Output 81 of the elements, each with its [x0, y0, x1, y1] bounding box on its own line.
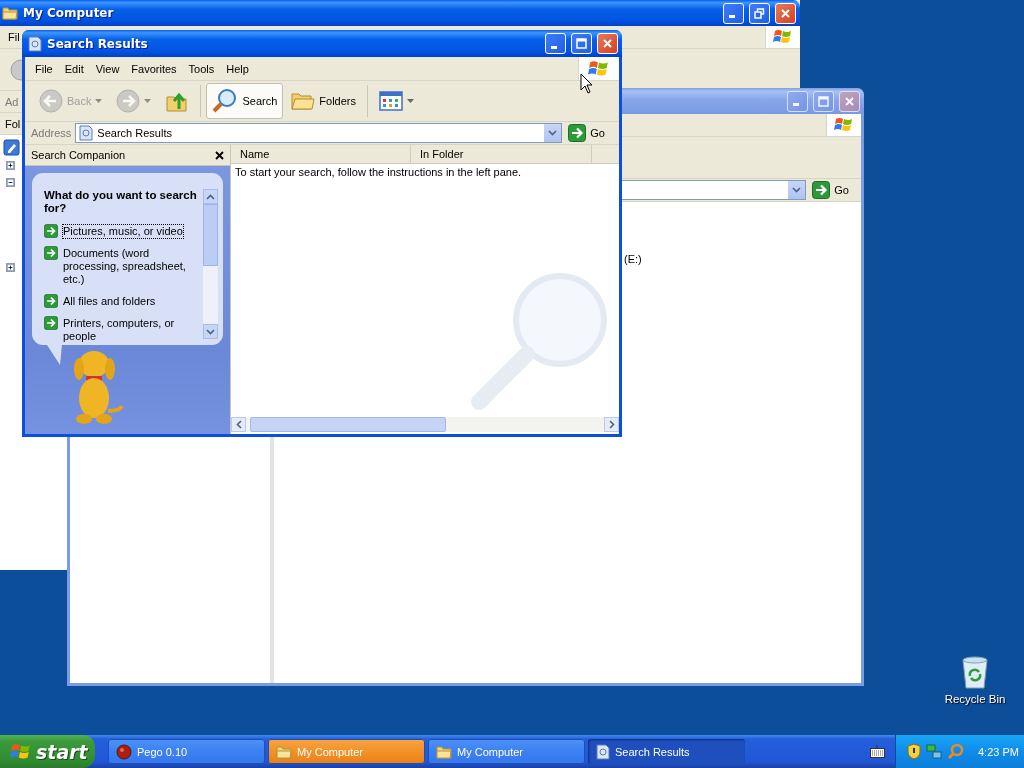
arrow-icon — [44, 316, 58, 330]
shield-icon[interactable] — [906, 743, 922, 760]
folders-button[interactable]: Folders — [285, 83, 362, 119]
arrow-icon — [44, 224, 58, 238]
empty-message: To start your search, follow the instructions in the left pane. — [235, 166, 522, 178]
question-heading: What do you want to search for? — [44, 189, 198, 215]
go-arrow-icon — [812, 181, 831, 199]
go-button[interactable]: Go — [810, 181, 859, 199]
menu-item[interactable]: Tools — [184, 62, 223, 75]
menu-item[interactable]: Fil — [8, 31, 20, 43]
address-field[interactable]: Search Results — [75, 123, 563, 143]
clock: 4:23 PM — [978, 745, 1019, 758]
close-icon — [780, 7, 791, 19]
folder-icon — [291, 91, 316, 111]
column-header[interactable]: In Folder — [411, 145, 592, 163]
taskbar-button[interactable]: Search Results — [588, 739, 745, 764]
scroll-down-icon — [206, 328, 215, 335]
horizontal-scrollbar[interactable] — [231, 417, 619, 432]
document-icon — [596, 743, 610, 760]
menu-item[interactable]: Edit — [60, 62, 92, 75]
address-field[interactable] — [622, 180, 807, 200]
keyboard-icon[interactable] — [870, 745, 885, 758]
maximize-icon — [818, 95, 829, 107]
icon-label[interactable]: Recycle Bin — [944, 693, 1006, 705]
drive-label[interactable]: (E:) — [624, 253, 642, 265]
close-icon — [844, 95, 855, 107]
search-icon — [212, 88, 239, 114]
search-button[interactable]: Search — [206, 83, 284, 119]
caret-icon — [144, 99, 152, 103]
address-label: Address — [31, 127, 72, 139]
window-title: Search Results — [47, 36, 149, 51]
document-icon — [79, 125, 94, 141]
search-option-link[interactable]: Documents (word processing, spreadsheet, etc.) — [62, 246, 200, 287]
minimize-icon — [551, 45, 557, 49]
menu-item[interactable]: File — [31, 62, 61, 75]
close-button[interactable] — [839, 90, 860, 112]
arrow-icon — [44, 246, 58, 260]
recycle-bin-icon[interactable] — [959, 656, 991, 690]
document-icon — [28, 35, 42, 52]
menu-item[interactable]: View — [91, 62, 128, 75]
window-title: My Computer — [23, 6, 115, 20]
go-arrow-icon — [568, 124, 587, 142]
vertical-scrollbar[interactable] — [203, 189, 218, 339]
restore-button[interactable] — [749, 2, 770, 24]
pane-title: Search Companion — [31, 149, 126, 161]
scroll-left-icon — [235, 420, 242, 429]
close-pane-button[interactable] — [215, 150, 224, 160]
go-button[interactable]: Go — [566, 124, 619, 142]
maximize-icon — [576, 38, 587, 49]
expand-icon[interactable] — [6, 263, 15, 272]
folder-icon — [276, 744, 292, 759]
minimize-button[interactable] — [787, 90, 808, 112]
expand-icon[interactable] — [6, 161, 15, 170]
app-icon — [116, 743, 132, 760]
minimize-icon — [793, 103, 799, 106]
minimize-icon — [729, 15, 735, 18]
views-icon — [379, 91, 403, 111]
address-label: Ad — [5, 95, 19, 108]
taskbar-button[interactable]: My Computer — [428, 739, 585, 764]
column-header[interactable]: Name — [231, 145, 411, 163]
close-icon — [215, 150, 224, 160]
search-option-link[interactable]: All files and folders — [62, 294, 157, 309]
caret-icon — [95, 99, 103, 103]
menu-item[interactable]: Favorites — [127, 62, 185, 75]
maximize-button[interactable] — [813, 90, 834, 112]
collapse-icon[interactable] — [6, 178, 15, 187]
start-button[interactable]: start — [0, 735, 95, 768]
arrow-icon — [44, 294, 58, 308]
pane-title: Fol — [5, 117, 21, 130]
scroll-right-icon — [608, 420, 615, 429]
menu-item[interactable]: Help — [222, 62, 257, 75]
scroll-up-icon — [206, 193, 215, 200]
taskbar-button[interactable]: Pego 0.10 — [108, 739, 265, 764]
caret-icon — [407, 99, 414, 103]
close-icon — [602, 38, 613, 49]
desktop-icon[interactable] — [3, 138, 20, 156]
folder-icon — [436, 744, 452, 759]
restore-icon — [754, 7, 765, 19]
search-option-link[interactable]: Pictures, music, or video — [62, 224, 184, 239]
search-option-link[interactable]: Printers, computers, or people — [62, 316, 200, 344]
folder-icon — [2, 6, 18, 20]
